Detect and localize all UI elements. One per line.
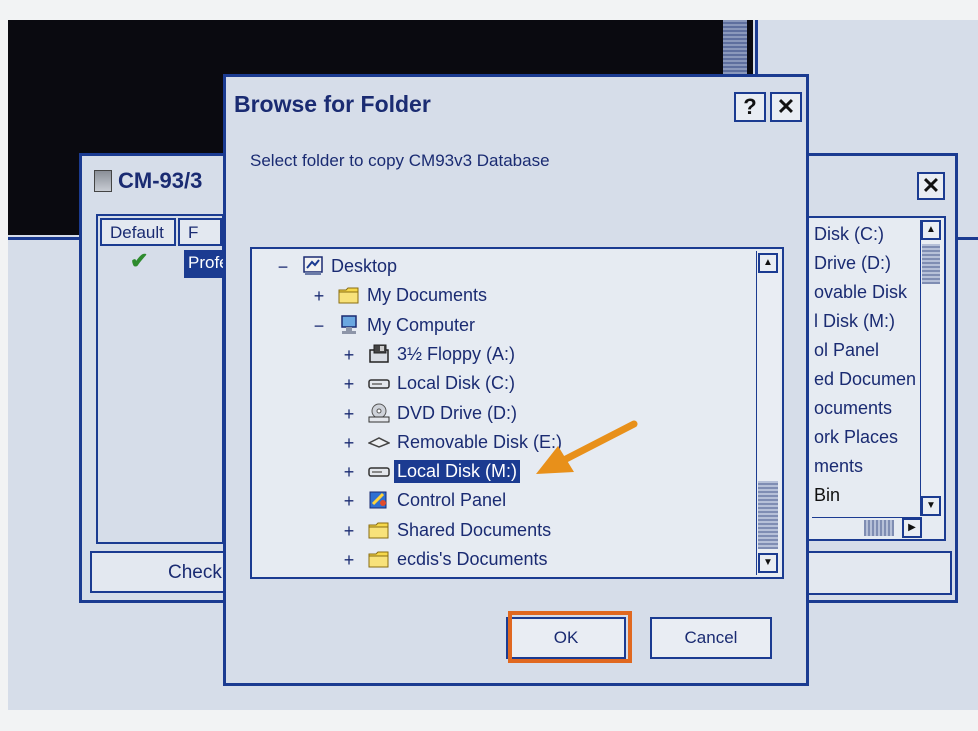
profile-list[interactable]: Default F ✔ Profe xyxy=(96,214,224,544)
hscroll-thumb[interactable] xyxy=(864,520,894,536)
expand-icon[interactable]: + xyxy=(342,404,356,425)
drive-list-item[interactable]: ork Places xyxy=(814,427,916,456)
expand-icon[interactable]: + xyxy=(342,491,356,512)
floppy-icon xyxy=(368,344,390,364)
expand-icon[interactable]: + xyxy=(342,521,356,542)
expand-icon[interactable]: + xyxy=(342,462,356,483)
tree-node-label[interactable]: 3½ Floppy (A:) xyxy=(394,343,518,366)
ok-highlight-box xyxy=(508,611,632,663)
drive-icon xyxy=(368,373,390,393)
folder-icon xyxy=(368,520,390,540)
drive-list-item[interactable]: ovable Disk xyxy=(814,282,916,311)
drive-list-item[interactable]: Disk (C:) xyxy=(814,224,916,253)
scroll-down-icon[interactable]: ▼ xyxy=(921,496,941,516)
dvd-icon xyxy=(368,403,390,423)
browse-for-folder-dialog: Browse for Folder ? ✕ Select folder to c… xyxy=(223,74,809,686)
tree-node-label[interactable]: Desktop xyxy=(328,255,400,278)
drive-list-item[interactable]: l Disk (M:) xyxy=(814,311,916,340)
folder-icon xyxy=(368,549,390,569)
tree-node-label[interactable]: ecdis's Documents xyxy=(394,548,551,571)
removable-disk-icon xyxy=(367,432,391,452)
drive-icon xyxy=(368,461,390,481)
folder-tree[interactable]: − Desktop + My Documents − My Computer +3½ Flo… xyxy=(250,247,784,579)
cm93-window-title: CM-93/3 xyxy=(118,168,203,193)
collapse-icon[interactable]: − xyxy=(312,316,326,337)
expand-icon[interactable]: + xyxy=(342,550,356,571)
drive-list-vscrollbar[interactable]: ▲ ▼ xyxy=(920,220,942,516)
cancel-button[interactable]: Cancel xyxy=(650,617,772,659)
cm93-close-button[interactable]: ✕ xyxy=(917,172,945,200)
dialog-instruction: Select folder to copy CM93v3 Database xyxy=(250,151,550,170)
scroll-right-icon[interactable]: ▶ xyxy=(902,518,922,538)
close-button[interactable]: ✕ xyxy=(770,92,802,122)
control-panel-icon xyxy=(368,490,390,510)
default-check-icon: ✔ xyxy=(130,248,149,273)
scroll-thumb[interactable] xyxy=(758,481,778,549)
drive-list-item[interactable]: ocuments xyxy=(814,398,916,427)
check-button[interactable]: Check xyxy=(90,551,230,593)
expand-icon[interactable]: + xyxy=(312,286,326,307)
drive-list-item[interactable]: Drive (D:) xyxy=(814,253,916,282)
expand-icon[interactable]: + xyxy=(342,345,356,366)
tree-node-label[interactable]: DVD Drive (D:) xyxy=(394,402,520,425)
scroll-thumb[interactable] xyxy=(922,244,940,284)
tree-node-label[interactable]: Local Disk (M:) xyxy=(394,460,521,484)
expand-icon[interactable]: + xyxy=(342,433,356,454)
scroll-up-icon[interactable]: ▲ xyxy=(758,253,778,273)
app-icon xyxy=(94,170,112,192)
expand-icon[interactable]: + xyxy=(342,374,356,395)
column-header-second[interactable]: F xyxy=(178,218,222,246)
collapse-icon[interactable]: − xyxy=(276,257,290,278)
desktop-icon xyxy=(302,256,324,276)
tree-node-label[interactable]: My Documents xyxy=(364,284,490,307)
tree-node-label[interactable]: My Computer xyxy=(364,314,478,337)
help-button[interactable]: ? xyxy=(734,92,766,122)
drive-list-item[interactable]: Bin xyxy=(814,485,916,514)
drive-list-item[interactable]: ol Panel xyxy=(814,340,916,369)
scroll-up-icon[interactable]: ▲ xyxy=(921,220,941,240)
drive-list-item[interactable]: ed Documen xyxy=(814,369,916,398)
column-header-default[interactable]: Default xyxy=(100,218,176,246)
computer-icon xyxy=(338,314,360,335)
selected-profile-cell[interactable]: Profe xyxy=(184,250,224,278)
scroll-down-icon[interactable]: ▼ xyxy=(758,553,778,573)
annotation-arrow-icon xyxy=(536,420,638,474)
tree-node-label[interactable]: Local Disk (C:) xyxy=(394,372,518,395)
tree-node-label[interactable]: Shared Documents xyxy=(394,519,554,542)
folder-icon xyxy=(338,285,360,305)
dialog-title: Browse for Folder xyxy=(234,91,431,117)
drive-list-hscrollbar[interactable]: ▶ xyxy=(812,517,922,538)
folder-tree-scrollbar[interactable]: ▲ ▼ xyxy=(756,251,780,575)
drive-list-item[interactable]: ments xyxy=(814,456,916,485)
tree-node-label[interactable]: Control Panel xyxy=(394,489,509,512)
